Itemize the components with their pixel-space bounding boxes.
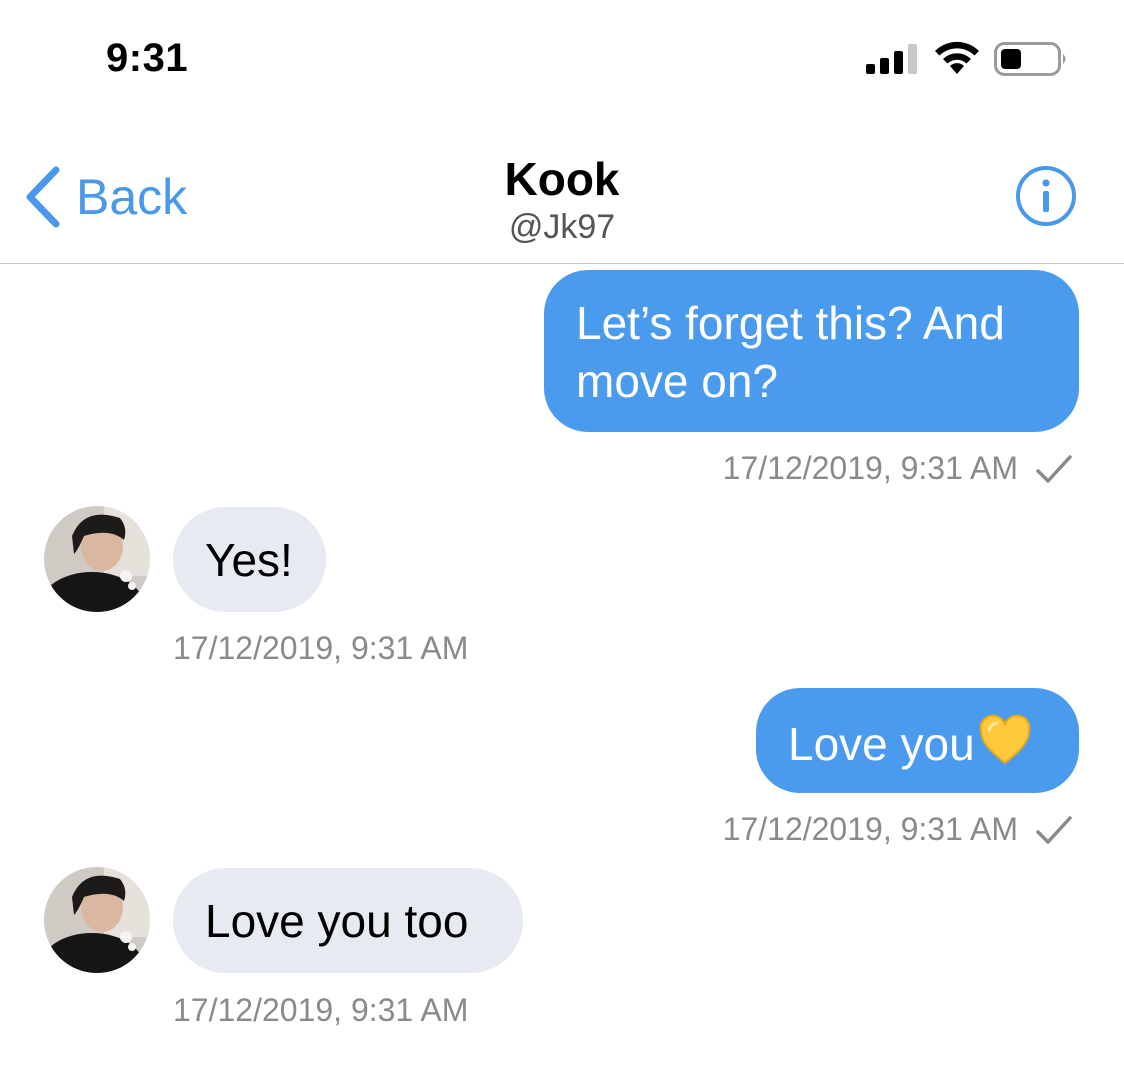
checkmark-icon bbox=[1036, 816, 1072, 844]
cellular-signal-icon bbox=[866, 44, 917, 74]
message-bubble-incoming[interactable]: Love you too bbox=[173, 868, 523, 973]
message-text: Love you bbox=[788, 718, 975, 770]
message-bubble-outgoing[interactable]: Love you bbox=[756, 688, 1079, 793]
message-bubble-outgoing[interactable]: Let’s forget this? And move on? bbox=[544, 270, 1079, 432]
info-icon[interactable] bbox=[1014, 164, 1078, 228]
message-text: Let’s forget this? And move on? bbox=[576, 297, 1005, 407]
battery-icon bbox=[994, 42, 1066, 76]
header-divider bbox=[0, 263, 1124, 264]
avatar-photo[interactable] bbox=[44, 506, 150, 612]
wifi-icon bbox=[935, 41, 979, 74]
message-timestamp: 17/12/2019, 9:31 AM bbox=[722, 811, 1018, 847]
avatar-photo[interactable] bbox=[44, 867, 150, 973]
status-time: 9:31 bbox=[106, 36, 189, 80]
message-timestamp: 17/12/2019, 9:31 AM bbox=[173, 630, 469, 666]
message-timestamp: 17/12/2019, 9:31 AM bbox=[173, 992, 469, 1028]
message-bubble-incoming[interactable]: Yes! bbox=[173, 507, 326, 612]
message-text: Love you too bbox=[205, 895, 469, 947]
yellow-heart-icon bbox=[979, 714, 1031, 765]
message-timestamp: 17/12/2019, 9:31 AM bbox=[722, 450, 1018, 486]
checkmark-icon bbox=[1036, 455, 1072, 483]
conversation-handle: @Jk97 bbox=[508, 208, 616, 246]
message-text: Yes! bbox=[205, 534, 293, 586]
dm-conversation-screen: 9:31 Back Kook @Jk97 Let’s forget this? … bbox=[0, 0, 1124, 1078]
conversation-title: Kook bbox=[504, 153, 620, 205]
